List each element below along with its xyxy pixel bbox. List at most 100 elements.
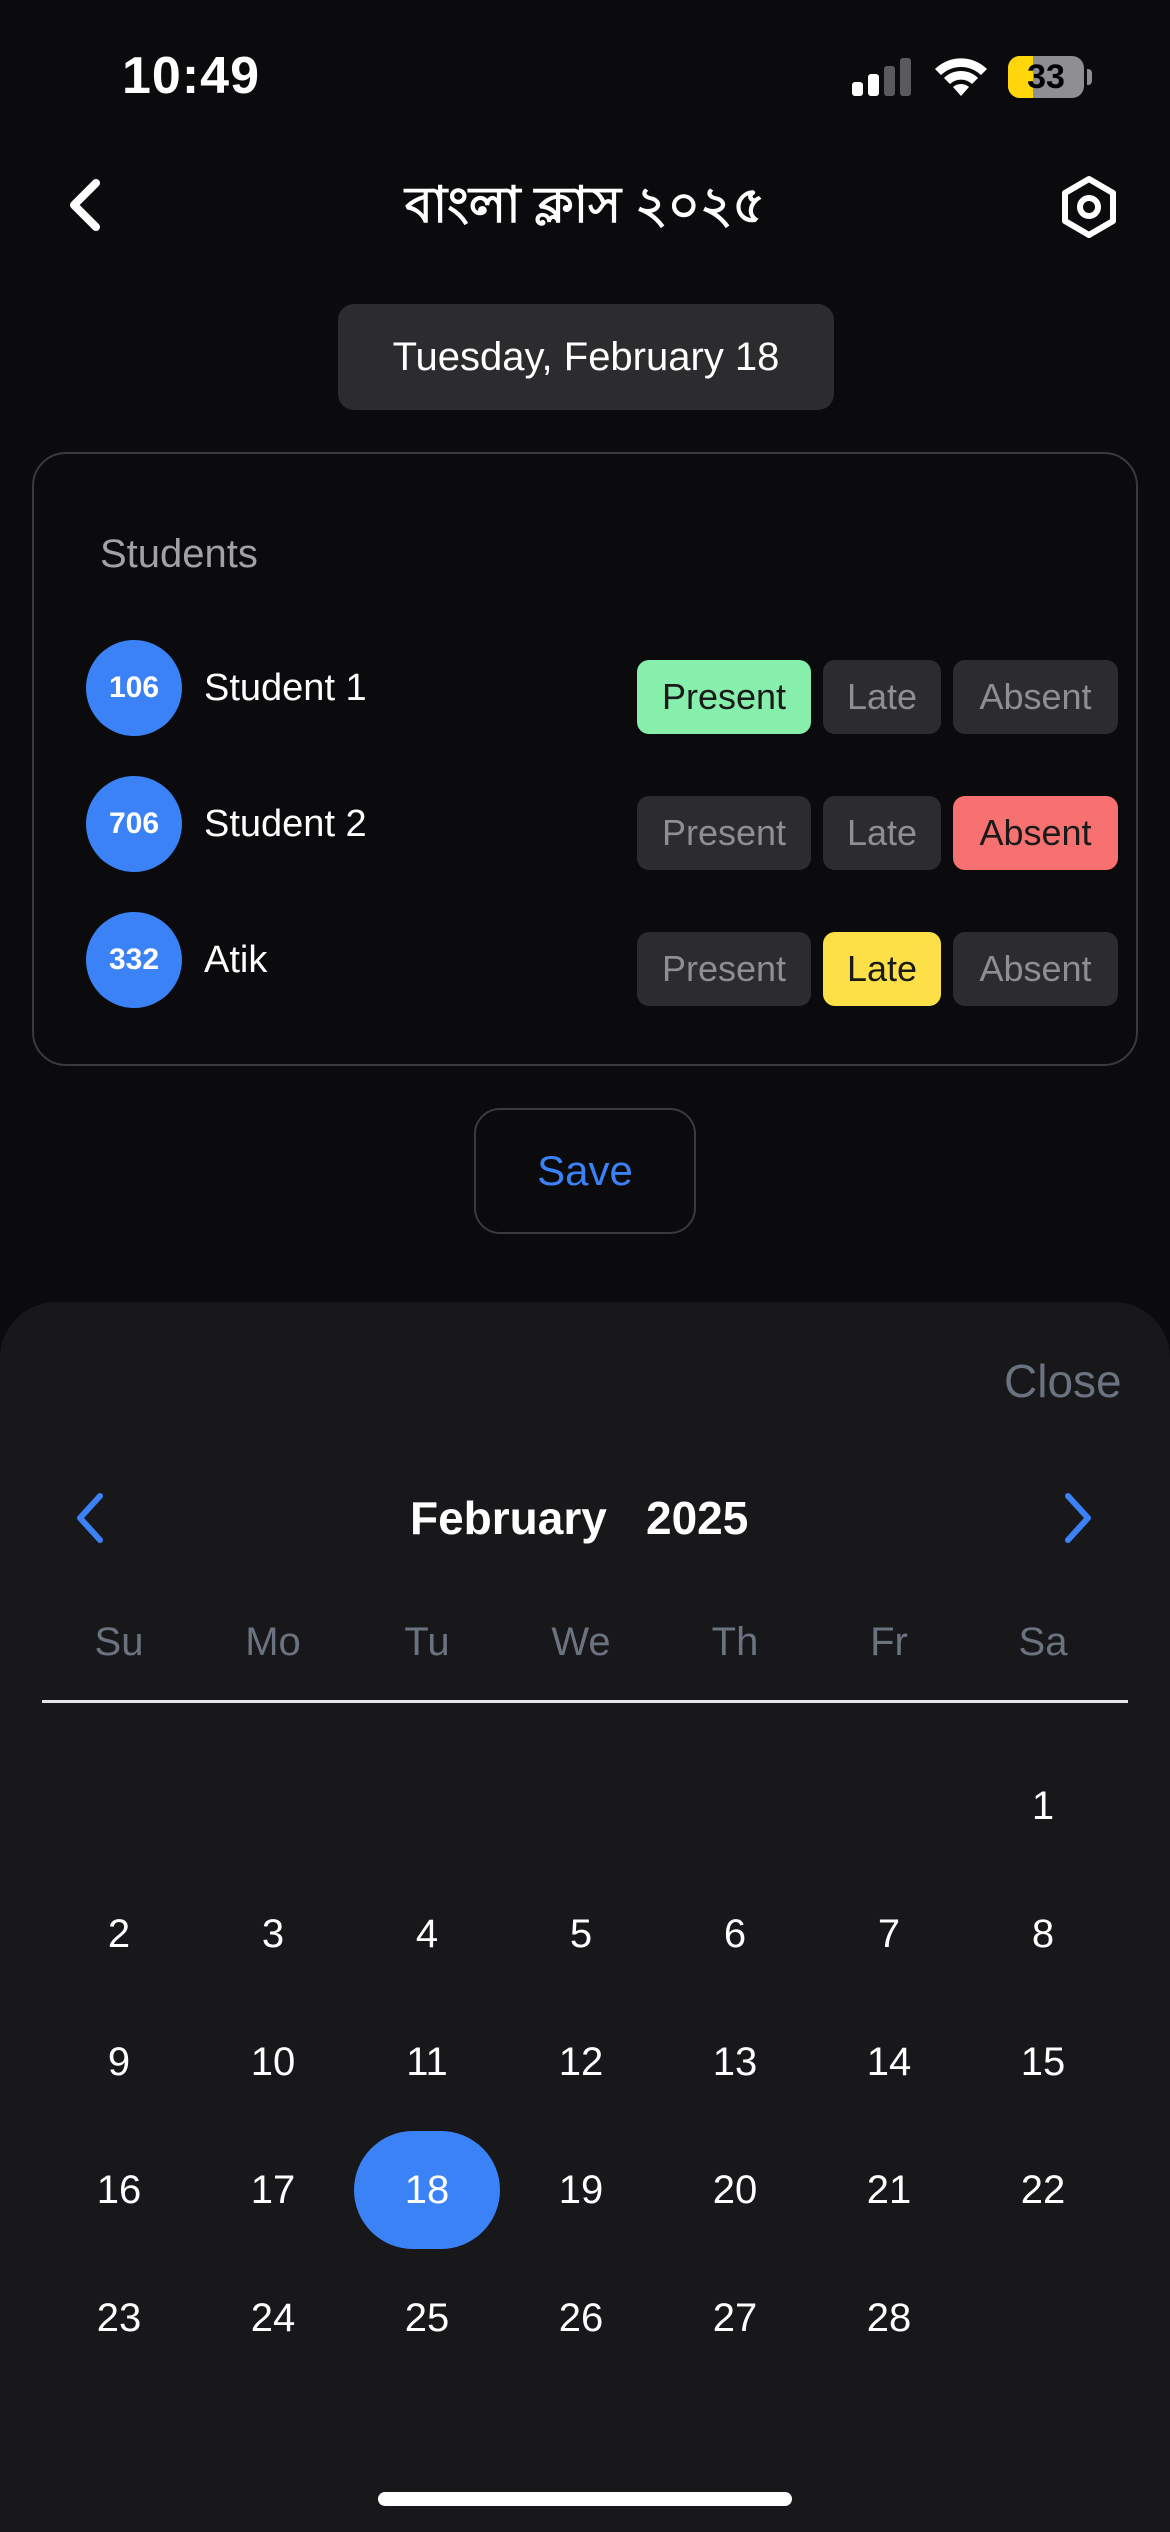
- calendar-day-number: 8: [1031, 1911, 1055, 1956]
- chevron-right-icon: [1065, 1493, 1091, 1543]
- calendar-day-number: 24: [250, 2295, 296, 2340]
- calendar-day-number: 4: [415, 1911, 439, 1956]
- back-button[interactable]: [56, 170, 116, 240]
- students-card: Students 106 Student 1 Present Late Abse…: [32, 452, 1138, 1066]
- calendar-day-number: 12: [558, 2039, 604, 2084]
- student-roll-avatar: 706: [86, 776, 182, 872]
- late-button[interactable]: Late: [823, 932, 941, 1006]
- present-button[interactable]: Present: [637, 660, 811, 734]
- absent-button[interactable]: Absent: [953, 796, 1118, 870]
- calendar-month[interactable]: February: [410, 1488, 607, 1548]
- present-button[interactable]: Present: [637, 796, 811, 870]
- save-button[interactable]: Save: [474, 1108, 696, 1234]
- calendar-day-number: 9: [107, 2039, 131, 2084]
- calendar-day-number: 7: [877, 1911, 901, 1956]
- calendar-divider: [42, 1700, 1128, 1703]
- weekday-label: Sa: [1018, 1620, 1068, 1664]
- calendar-day[interactable]: 8: [970, 1875, 1116, 1993]
- calendar-day[interactable]: 21: [816, 2131, 962, 2249]
- calendar-day-number: 18: [404, 2167, 450, 2212]
- student-row: 706 Student 2 Present Late Absent: [86, 776, 1118, 872]
- calendar-day-number: 6: [723, 1911, 747, 1956]
- calendar-day[interactable]: 10: [200, 2003, 346, 2121]
- calendar-sheet: Close February 2025 Su Mo Tu We Th Fr Sa…: [0, 1302, 1170, 2532]
- student-roll-avatar: 332: [86, 912, 182, 1008]
- calendar-day[interactable]: 7: [816, 1875, 962, 1993]
- calendar-day-number: 13: [712, 2039, 758, 2084]
- calendar-day[interactable]: 13: [662, 2003, 808, 2121]
- weekday-label: Mo: [245, 1620, 301, 1664]
- chevron-left-icon: [77, 1493, 103, 1543]
- calendar-day[interactable]: 20: [662, 2131, 808, 2249]
- student-roll-avatar: 106: [86, 640, 182, 736]
- previous-month-button[interactable]: [66, 1488, 116, 1548]
- calendar-day[interactable]: 11: [354, 2003, 500, 2121]
- absent-button[interactable]: Absent: [953, 932, 1118, 1006]
- calendar-day[interactable]: 25: [354, 2259, 500, 2377]
- calendar-day[interactable]: 4: [354, 1875, 500, 1993]
- present-button[interactable]: Present: [637, 932, 811, 1006]
- calendar-day[interactable]: 1: [970, 1747, 1116, 1865]
- late-button[interactable]: Late: [823, 796, 941, 870]
- calendar-day-number: 27: [712, 2295, 758, 2340]
- calendar-day[interactable]: 27: [662, 2259, 808, 2377]
- weekday-label: Tu: [404, 1620, 450, 1664]
- calendar-day-number: 26: [558, 2295, 604, 2340]
- calendar-day[interactable]: 17: [200, 2131, 346, 2249]
- calendar-day[interactable]: 9: [46, 2003, 192, 2121]
- calendar-day-number: 2: [107, 1911, 131, 1956]
- settings-button[interactable]: [1054, 172, 1124, 242]
- calendar-day[interactable]: 3: [200, 1875, 346, 1993]
- calendar-day-number: 5: [569, 1911, 593, 1956]
- calendar-day[interactable]: 26: [508, 2259, 654, 2377]
- absent-button[interactable]: Absent: [953, 660, 1118, 734]
- calendar-day[interactable]: 14: [816, 2003, 962, 2121]
- weekday-label: Th: [711, 1620, 759, 1664]
- battery-icon: 33: [1008, 56, 1092, 98]
- calendar-day[interactable]: 19: [508, 2131, 654, 2249]
- calendar-day[interactable]: 16: [46, 2131, 192, 2249]
- calendar-day-number: 23: [96, 2295, 142, 2340]
- home-indicator: [378, 2492, 792, 2506]
- calendar-day[interactable]: 22: [970, 2131, 1116, 2249]
- student-row: 106 Student 1 Present Late Absent: [86, 640, 1118, 736]
- calendar-day[interactable]: 2: [46, 1875, 192, 1993]
- calendar-year[interactable]: 2025: [646, 1488, 748, 1548]
- calendar-day[interactable]: 6: [662, 1875, 808, 1993]
- student-row: 332 Atik Present Late Absent: [86, 912, 1118, 1008]
- students-section-title: Students: [100, 532, 258, 576]
- calendar-day-number: 28: [866, 2295, 912, 2340]
- student-name: Atik: [204, 939, 268, 981]
- hexagon-settings-icon: [1062, 176, 1116, 238]
- calendar-day-number: 21: [866, 2167, 912, 2212]
- status-bar: 10:49 33: [0, 0, 1170, 150]
- calendar-day-number: 19: [558, 2167, 604, 2212]
- battery-percent: 33: [1027, 58, 1065, 96]
- weekday-label: We: [551, 1620, 611, 1664]
- wifi-icon: [935, 58, 987, 96]
- chevron-left-icon: [70, 179, 100, 231]
- status-time: 10:49: [122, 47, 260, 105]
- weekday-label: Fr: [870, 1620, 908, 1664]
- calendar-day-number: 1: [1031, 1783, 1055, 1828]
- calendar-day-selected[interactable]: 18: [354, 2131, 500, 2249]
- calendar-day[interactable]: 12: [508, 2003, 654, 2121]
- calendar-day-number: 20: [712, 2167, 758, 2212]
- calendar-day[interactable]: 24: [200, 2259, 346, 2377]
- next-month-button[interactable]: [1052, 1488, 1102, 1548]
- calendar-day[interactable]: 28: [816, 2259, 962, 2377]
- student-name: Student 2: [204, 803, 367, 845]
- late-button[interactable]: Late: [823, 660, 941, 734]
- close-button[interactable]: Close: [1004, 1354, 1122, 1408]
- calendar-day-number: 25: [404, 2295, 450, 2340]
- selected-date-button[interactable]: Tuesday, February 18: [338, 304, 834, 410]
- student-name: Student 1: [204, 667, 367, 709]
- calendar-day[interactable]: 15: [970, 2003, 1116, 2121]
- calendar-day[interactable]: 5: [508, 1875, 654, 1993]
- page-title: বাংলা ক্লাস ২০২৫: [404, 177, 766, 233]
- calendar-day-number: 22: [1020, 2167, 1066, 2212]
- calendar-day-number: 14: [866, 2039, 912, 2084]
- calendar-day-number: 16: [96, 2167, 142, 2212]
- calendar-day-number: 11: [406, 2039, 448, 2084]
- calendar-day[interactable]: 23: [46, 2259, 192, 2377]
